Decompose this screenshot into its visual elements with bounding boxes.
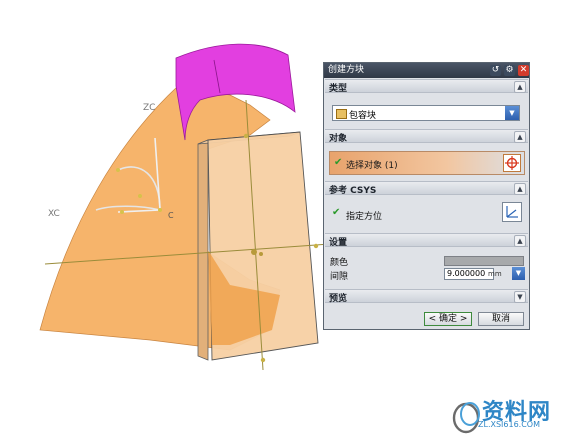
gap-unit: mm bbox=[488, 270, 502, 278]
specify-orientation-label: 指定方位 bbox=[346, 212, 383, 222]
chevron-up-icon[interactable]: ▲ bbox=[514, 235, 526, 247]
gap-options-arrow-icon[interactable]: ▼ bbox=[512, 267, 525, 280]
yc-axis-label: C bbox=[168, 211, 174, 220]
close-icon[interactable]: ✕ bbox=[518, 65, 529, 76]
section-object[interactable]: 对象 ▲ bbox=[325, 129, 528, 144]
section-reference-csys[interactable]: 参考 CSYS ▲ bbox=[325, 181, 528, 196]
crosshair-icon[interactable] bbox=[503, 154, 521, 172]
gap-label: 间隙 bbox=[330, 272, 349, 282]
color-swatch[interactable] bbox=[444, 256, 524, 266]
section-ref-label: 参考 CSYS bbox=[329, 186, 377, 196]
section-object-label: 对象 bbox=[329, 134, 348, 144]
section-preview[interactable]: 预览 ▼ bbox=[325, 289, 528, 304]
reset-icon[interactable]: ↺ bbox=[490, 65, 501, 76]
select-object-label: 选择对象 (1) bbox=[346, 161, 398, 171]
cancel-button[interactable]: 取消 bbox=[478, 312, 524, 326]
chevron-down-icon[interactable]: ▼ bbox=[505, 106, 519, 120]
section-settings-label: 设置 bbox=[329, 238, 348, 248]
gap-input[interactable]: 9.000000 bbox=[444, 268, 494, 280]
csys-orientation-icon[interactable] bbox=[502, 202, 522, 222]
section-type[interactable]: 类型 ▲ bbox=[325, 79, 528, 94]
block-type-icon bbox=[336, 109, 347, 119]
ok-button[interactable]: < 确定 > bbox=[424, 312, 472, 326]
gear-icon[interactable]: ⚙ bbox=[504, 65, 515, 76]
checkmark-icon: ✔ bbox=[332, 207, 341, 218]
dialog-titlebar[interactable]: 创建方块 ↺ ⚙ ✕ bbox=[324, 63, 529, 78]
create-block-dialog: 创建方块 ↺ ⚙ ✕ 类型 ▲ 包容块 ▼ 对象 ▲ ✔ 选择对象 (1) 参考… bbox=[323, 62, 530, 330]
chevron-up-icon[interactable]: ▲ bbox=[514, 131, 526, 143]
chevron-up-icon[interactable]: ▲ bbox=[514, 81, 526, 93]
chevron-up-icon[interactable]: ▲ bbox=[514, 183, 526, 195]
bounding-block-side[interactable] bbox=[197, 139, 209, 361]
type-dropdown-value: 包容块 bbox=[349, 111, 377, 121]
chevron-down-icon[interactable]: ▼ bbox=[514, 291, 526, 303]
dialog-title: 创建方块 bbox=[328, 65, 365, 75]
color-label: 颜色 bbox=[330, 258, 349, 268]
watermark-url: ZL.XSI616.COM bbox=[478, 420, 540, 429]
section-settings[interactable]: 设置 ▲ bbox=[325, 233, 528, 248]
checkmark-icon: ✔ bbox=[334, 157, 343, 168]
type-dropdown[interactable]: 包容块 ▼ bbox=[332, 105, 520, 121]
select-object-row[interactable]: ✔ 选择对象 (1) bbox=[329, 151, 525, 175]
zc-axis-label: ZC bbox=[143, 103, 155, 113]
section-type-label: 类型 bbox=[329, 84, 348, 94]
section-preview-label: 预览 bbox=[329, 294, 348, 304]
xc-axis-label: XC bbox=[48, 209, 60, 219]
